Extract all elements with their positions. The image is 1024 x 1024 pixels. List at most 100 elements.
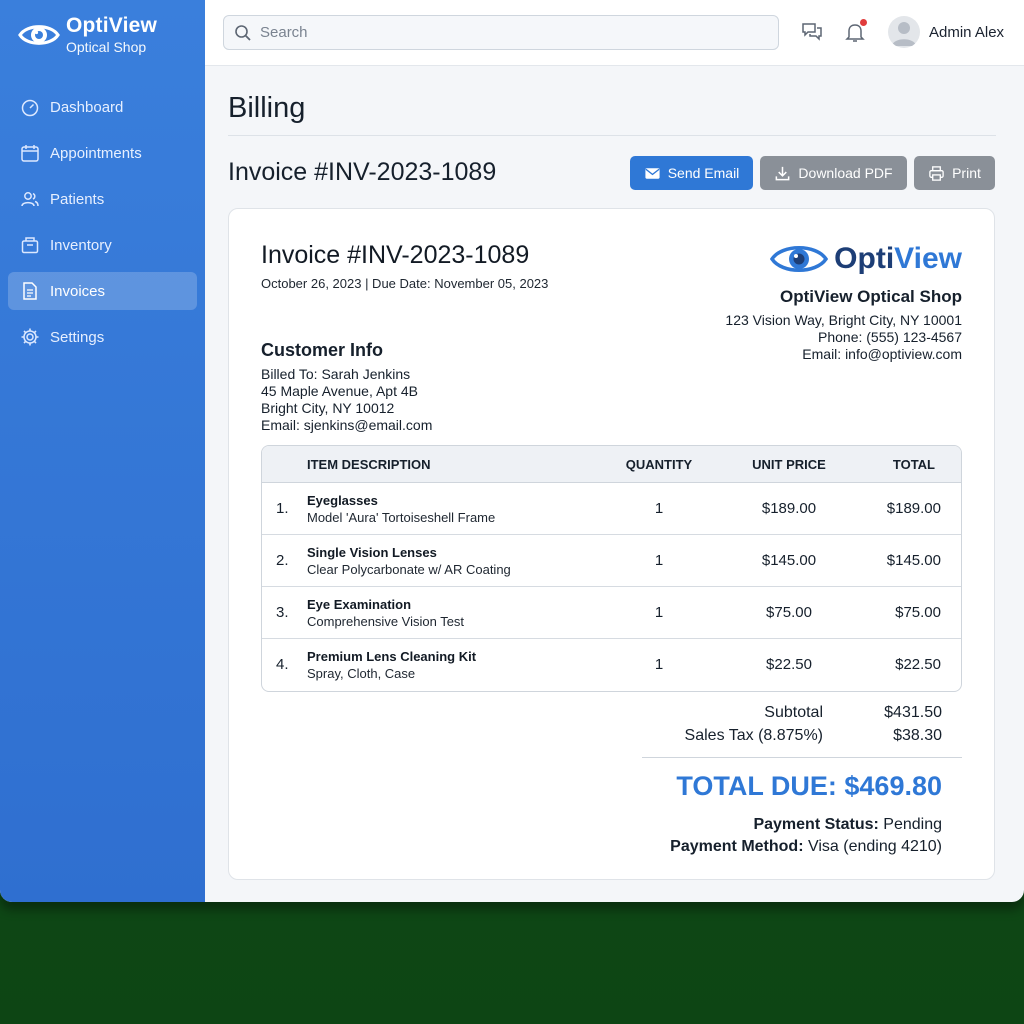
- top-header: Admin Alex: [205, 0, 1024, 66]
- item-name: Premium Lens Cleaning Kit: [307, 649, 477, 664]
- send-email-button[interactable]: Send Email: [630, 156, 753, 190]
- sidebar-item-label: Dashboard: [50, 98, 124, 116]
- notification-dot: [860, 19, 867, 26]
- shop-name: OptiView Optical Shop: [780, 287, 962, 306]
- invoice-card: Invoice #INV-2023-1089 October 26, 2023 …: [228, 208, 995, 880]
- item-unit-price: $189.00: [761, 500, 817, 517]
- customer-email: Email: sjenkins@email.com: [261, 417, 433, 433]
- item-description: Model 'Aura' Tortoiseshell Frame: [307, 510, 496, 525]
- customer-billed-to: Billed To: Sarah Jenkins: [261, 366, 411, 382]
- item-total: $189.00: [886, 500, 941, 517]
- box-icon: [21, 237, 39, 254]
- item-unit-price: $22.50: [766, 656, 812, 673]
- customer-address-2: Bright City, NY 10012: [261, 400, 395, 416]
- users-icon: [21, 192, 39, 207]
- invoice-title: Invoice #INV-2023-1089: [261, 241, 530, 269]
- sidebar-item-label: Invoices: [50, 282, 106, 300]
- sidebar-item-dashboard[interactable]: Dashboard: [8, 88, 197, 126]
- total-due: TOTAL DUE: $469.80: [676, 771, 942, 801]
- print-button[interactable]: Print: [914, 156, 995, 190]
- sidebar-item-label: Inventory: [50, 236, 112, 254]
- logo-text-part2: View: [894, 242, 962, 275]
- customer-address-1: 45 Maple Avenue, Apt 4B: [261, 383, 418, 399]
- printer-icon: [929, 165, 944, 181]
- shop-phone: Phone: (555) 123-4567: [818, 329, 962, 345]
- user-avatar-icon: [892, 22, 916, 46]
- logo-text-part1: Opti: [834, 242, 895, 275]
- item-total: $145.00: [886, 552, 941, 569]
- item-quantity: 1: [654, 656, 664, 673]
- sidebar-nav: Dashboard Appointments Patients Inventor…: [8, 88, 197, 364]
- shop-address: 123 Vision Way, Bright City, NY 10001: [725, 312, 962, 328]
- row-number: 3.: [276, 604, 289, 621]
- brand-logo[interactable]: OptiView Optical Shop: [18, 14, 157, 56]
- download-icon: [776, 166, 790, 180]
- item-quantity: 1: [654, 604, 664, 621]
- chat-icon[interactable]: [800, 20, 824, 44]
- table-header: ITEM DESCRIPTION QUANTITY UNIT PRICE TOT…: [262, 446, 961, 483]
- sidebar-item-settings[interactable]: Settings: [8, 318, 197, 356]
- payment-method-label: Payment Method:: [670, 838, 804, 855]
- tax-value: $38.30: [893, 727, 942, 744]
- column-header-description: ITEM DESCRIPTION: [307, 457, 431, 472]
- page-title: Billing: [228, 92, 306, 124]
- sidebar-item-invoices[interactable]: Invoices: [8, 272, 197, 310]
- subtotal-label: Subtotal: [764, 704, 823, 721]
- item-description: Clear Polycarbonate w/ AR Coating: [307, 562, 511, 577]
- payment-method-value: Visa (ending 4210): [807, 838, 942, 855]
- shop-email: Email: info@optiview.com: [802, 346, 962, 362]
- invoice-logo: OptiView: [770, 239, 962, 279]
- sidebar-item-label: Settings: [50, 328, 105, 346]
- column-header-unit-price: UNIT PRICE: [752, 457, 826, 472]
- table-row: 2. Single Vision Lenses Clear Polycarbon…: [262, 535, 961, 587]
- print-label: Print: [952, 165, 981, 181]
- item-name: Eye Examination: [307, 597, 412, 612]
- item-description: Spray, Cloth, Case: [307, 666, 416, 681]
- row-number: 4.: [276, 656, 289, 673]
- avatar[interactable]: [888, 16, 920, 48]
- payment-status-value: Pending: [883, 816, 942, 833]
- eye-logo-icon: [18, 25, 60, 45]
- sidebar-item-label: Patients: [50, 190, 105, 208]
- send-email-label: Send Email: [667, 165, 740, 181]
- customer-heading: Customer Info: [261, 340, 384, 360]
- calendar-icon: [21, 145, 39, 162]
- search-input[interactable]: [260, 24, 760, 41]
- dashboard-icon: [21, 99, 39, 117]
- document-icon: [23, 282, 37, 300]
- payment-method: Payment Method: Visa (ending 4210): [670, 838, 942, 856]
- tax-label: Sales Tax (8.875%): [684, 727, 823, 744]
- table-row: 4. Premium Lens Cleaning Kit Spray, Clot…: [262, 639, 961, 691]
- invoice-heading: Invoice #INV-2023-1089: [228, 158, 497, 186]
- user-name[interactable]: Admin Alex: [929, 24, 1004, 41]
- table-row: 3. Eye Examination Comprehensive Vision …: [262, 587, 961, 639]
- row-number: 2.: [276, 552, 289, 569]
- search-box[interactable]: [223, 15, 779, 50]
- item-description: Comprehensive Vision Test: [307, 614, 465, 629]
- brand-name: OptiView: [66, 14, 158, 37]
- invoice-items-table: ITEM DESCRIPTION QUANTITY UNIT PRICE TOT…: [261, 445, 962, 692]
- download-pdf-button[interactable]: Download PDF: [760, 156, 907, 190]
- item-unit-price: $75.00: [766, 604, 812, 621]
- eye-logo-icon: [770, 246, 829, 272]
- item-total: $22.50: [895, 656, 941, 673]
- table-row: 1. Eyeglasses Model 'Aura' Tortoiseshell…: [262, 483, 961, 535]
- sidebar-item-label: Appointments: [50, 144, 142, 162]
- sidebar-item-inventory[interactable]: Inventory: [8, 226, 197, 264]
- brand-subtitle: Optical Shop: [66, 39, 147, 55]
- payment-status-label: Payment Status:: [753, 816, 879, 833]
- subtotal-value: $431.50: [884, 704, 942, 721]
- sidebar-item-appointments[interactable]: Appointments: [8, 134, 197, 172]
- item-quantity: 1: [654, 500, 664, 517]
- item-name: Single Vision Lenses: [307, 545, 437, 560]
- item-unit-price: $145.00: [761, 552, 817, 569]
- item-name: Eyeglasses: [307, 493, 378, 508]
- payment-status: Payment Status: Pending: [753, 816, 942, 834]
- sidebar-item-patients[interactable]: Patients: [8, 180, 197, 218]
- column-header-quantity: QUANTITY: [625, 457, 693, 472]
- item-quantity: 1: [654, 552, 664, 569]
- invoice-dates: October 26, 2023 | Due Date: November 05…: [261, 276, 549, 291]
- item-total: $75.00: [895, 604, 941, 621]
- customer-info: Customer Info Billed To: Sarah Jenkins 4…: [261, 340, 432, 434]
- download-pdf-label: Download PDF: [798, 165, 893, 181]
